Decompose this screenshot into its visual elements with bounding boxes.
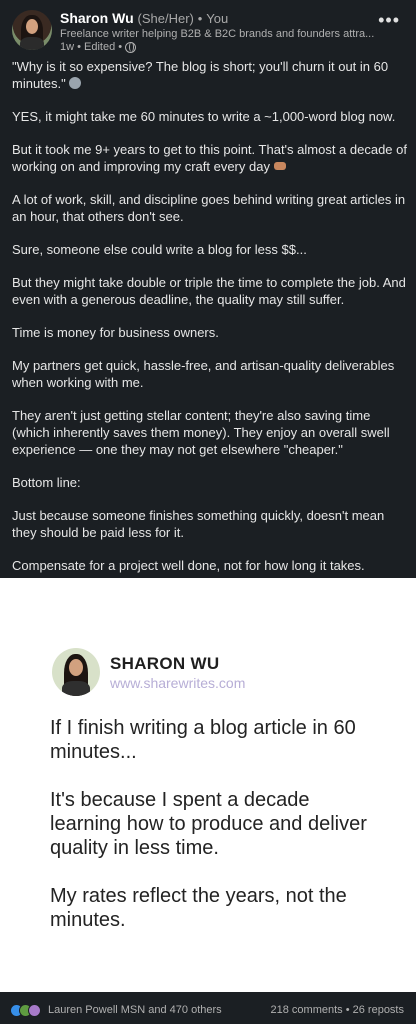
support-icon (28, 1004, 41, 1017)
avatar-face (26, 19, 38, 34)
author-name-line: Sharon Wu (She/Her) • You (60, 10, 228, 26)
image-brand-name: SHARON WU (110, 654, 220, 673)
post-container: Sharon Wu (She/Her) • You Freelance writ… (0, 0, 416, 578)
post-paragraph: My partners get quick, hassle-free, and … (12, 358, 395, 390)
post-paragraph: YES, it might take me 60 minutes to writ… (12, 109, 396, 124)
post-paragraph: A lot of work, skill, and discipline goe… (12, 192, 406, 224)
image-brand-url: www.sharewrites.com (110, 675, 246, 691)
post-paragraph: Bottom line: (12, 475, 81, 490)
separator-dot: • (197, 11, 203, 26)
post-paragraph: They aren't just getting stellar content… (12, 408, 390, 457)
author-pronouns: (She/Her) (137, 11, 194, 26)
image-quote: If I finish writing a blog article in 60… (50, 716, 380, 956)
post-paragraph: Compensate for a project well done, not … (12, 558, 365, 573)
comments-reposts-count[interactable]: 218 comments • 26 reposts (271, 1004, 404, 1016)
grimace-emoji-icon (69, 77, 82, 89)
author-name[interactable]: Sharon Wu (60, 10, 134, 26)
reaction-icons[interactable] (10, 1004, 41, 1017)
post-paragraph: But it took me 9+ years to get to this p… (12, 141, 408, 175)
relationship-label: You (206, 11, 229, 26)
author-headline: Freelance writer helping B2B & B2C brand… (60, 28, 375, 40)
avatar-body (20, 37, 44, 50)
post-paragraph: But they might take double or triple the… (12, 275, 406, 307)
post-paragraph: "Why is it so expensive? The blog is sho… (12, 58, 408, 92)
post-paragraph: Sure, someone else could write a blog fo… (12, 242, 307, 257)
social-counts-bar: Lauren Powell MSN and 470 others 218 com… (0, 994, 416, 1024)
paragraph-text: "Why is it so expensive? The blog is sho… (12, 59, 389, 91)
post-meta: 1w • Edited • (60, 41, 137, 53)
post-paragraph: Time is money for business owners. (12, 325, 219, 340)
image-avatar (52, 648, 100, 696)
reactors-text[interactable]: Lauren Powell MSN and 470 others (48, 1004, 222, 1016)
more-horizontal-icon[interactable]: ••• (378, 10, 400, 31)
quote-line: My rates reflect the years, not the minu… (50, 885, 347, 931)
post-header: Sharon Wu (She/Her) • You Freelance writ… (12, 8, 404, 54)
post-body: "Why is it so expensive? The blog is sho… (12, 58, 408, 590)
avatar-face (69, 659, 83, 676)
author-avatar[interactable] (12, 10, 52, 50)
quote-line: It's because I spent a decade learning h… (50, 789, 367, 859)
writing-hand-emoji-icon (273, 162, 286, 170)
post-image[interactable]: SHARON WU www.sharewrites.com If I finis… (0, 578, 416, 992)
post-meta-text: 1w • Edited • (60, 41, 123, 53)
post-paragraph: Just because someone finishes something … (12, 508, 385, 540)
paragraph-text: But it took me 9+ years to get to this p… (12, 142, 407, 174)
avatar-body (62, 681, 90, 696)
quote-line: If I finish writing a blog article in 60… (50, 717, 356, 763)
globe-icon (125, 41, 137, 53)
